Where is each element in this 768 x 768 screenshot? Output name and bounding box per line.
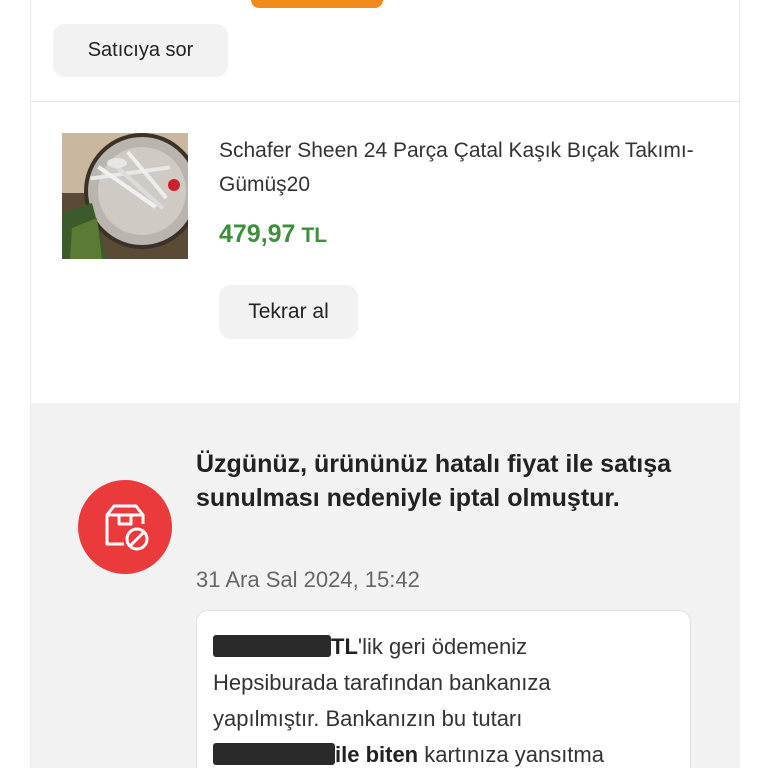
cancellation-title: Üzgünüz, ürününüz hatalı fiyat ile satış… (196, 450, 672, 512)
cancellation-date: 31 Ara Sal 2024, 15:42 (196, 567, 420, 592)
refund-line-1-text: 'lik geri ödemeniz (357, 634, 528, 659)
order-detail-page: Satıcıya sor Schafer Sheen 24 Parça Çata… (0, 0, 768, 768)
product-name[interactable]: Schafer Sheen 24 Parça Çatal Kaşık Bıçak… (219, 134, 699, 202)
refund-message-box: TL'lik geri ödemeniz Hepsiburada tarafın… (196, 610, 691, 768)
product-image[interactable] (62, 133, 188, 259)
order-card: Satıcıya sor Schafer Sheen 24 Parça Çata… (30, 0, 740, 768)
refund-currency: TL (331, 634, 358, 659)
divider (31, 101, 740, 102)
refund-line-4: ile biten kartınıza yansıtma (213, 737, 674, 768)
refund-line-3: yapılmıştır. Bankanızın bu tutarı (213, 706, 523, 731)
redacted-card-number (213, 743, 335, 765)
redacted-amount (213, 635, 331, 657)
refund-line-4-text: kartınıza yansıtma (418, 742, 604, 767)
refund-line-1: TL'lik geri ödemeniz (213, 629, 674, 665)
product-price: 479,97 TL (219, 220, 327, 249)
card-suffix-text: ile biten (335, 742, 419, 767)
ask-seller-button[interactable]: Satıcıya sor (53, 24, 228, 77)
rebuy-button[interactable]: Tekrar al (219, 285, 358, 339)
orange-action-button[interactable] (251, 0, 383, 8)
price-currency: TL (301, 224, 328, 247)
refund-line-2: Hepsiburada tarafından bankanıza (213, 670, 551, 695)
box-cancel-icon (78, 480, 172, 574)
cancellation-panel: Üzgünüz, ürününüz hatalı fiyat ile satış… (31, 403, 740, 768)
price-value: 479,97 (219, 220, 296, 248)
